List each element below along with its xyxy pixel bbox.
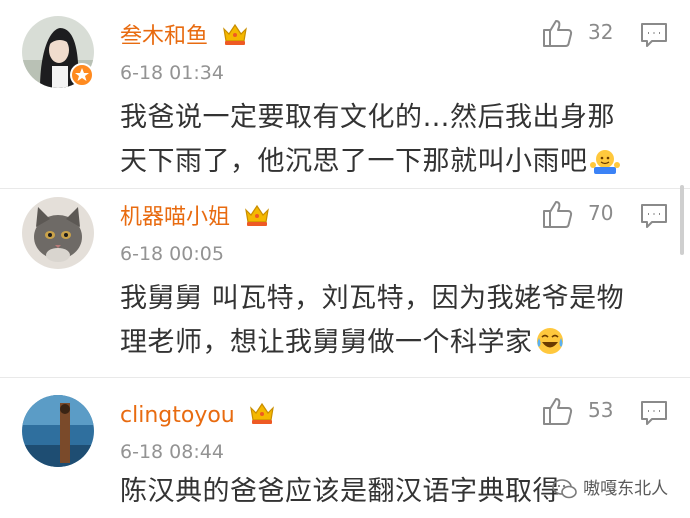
scrollbar[interactable] [680,185,684,255]
like-count: 70 [588,201,614,225]
username-text[interactable]: 机器喵小姐 [120,205,230,230]
comment-time: 6-18 08:44 [120,441,224,463]
username-text[interactable]: clingtoyou [120,403,235,428]
comment-text-content: 我爸说一定要取有文化的…然后我出身那天下雨了，他沉思了一下那就叫小雨吧 [120,102,615,177]
avatar[interactable] [22,197,94,269]
username[interactable]: 机器喵小姐 [120,202,271,236]
avatar[interactable] [22,395,94,467]
comment-bubble-icon[interactable] [640,399,668,431]
verified-badge-icon [70,63,94,87]
watermark-text: 嗷嘎东北人 [583,479,669,499]
like-count: 53 [588,398,614,422]
crown-icon [248,400,276,434]
thumbs-up-icon[interactable] [542,396,574,430]
comment-bubble-icon[interactable] [640,202,668,234]
thumbs-up-icon[interactable] [542,18,574,52]
crown-icon [221,21,249,55]
comment-item: 叁木和鱼 6-18 01:34 32 我爸说一定要取有文化的…然后我出身那天下雨… [0,0,690,188]
watermark: 嗷嘎东北人 [552,476,668,502]
like-count: 32 [588,20,614,44]
wechat-icon [552,479,577,499]
crown-icon [243,202,271,236]
username-text[interactable]: 叁木和鱼 [120,24,208,49]
comment-time: 6-18 01:34 [120,62,224,84]
shrug-emoji [589,145,620,189]
username[interactable]: 叁木和鱼 [120,21,249,55]
comment-item: 机器喵小姐 6-18 00:05 70 我舅舅 叫瓦特，刘瓦特，因为我姥爷是物理… [0,189,690,377]
username[interactable]: clingtoyou [120,400,276,434]
laugh-cry-emoji [535,326,565,370]
comment-time: 6-18 00:05 [120,243,224,265]
comment-text: 我爸说一定要取有文化的…然后我出身那天下雨了，他沉思了一下那就叫小雨吧 [120,96,640,189]
comment-text: 我舅舅 叫瓦特，刘瓦特，因为我姥爷是物理老师，想让我舅舅做一个科学家 [120,277,640,370]
comment-text-content: 陈汉典的爸爸应该是翻汉语字典取得 [120,476,560,507]
thumbs-up-icon[interactable] [542,199,574,233]
comment-bubble-icon[interactable] [640,21,668,53]
